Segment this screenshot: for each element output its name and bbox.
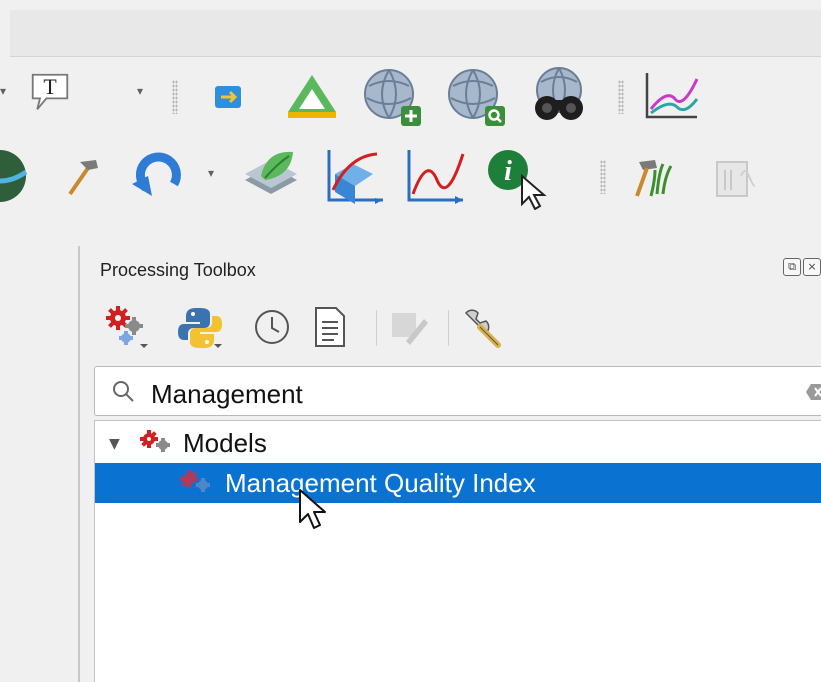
add-wms-layer-icon[interactable] — [356, 66, 426, 126]
models-icon[interactable] — [104, 304, 152, 350]
processing-toolbox-dock: Processing Toolbox ⧉ × Management ▼ Mode… — [80, 246, 821, 682]
tool-separator — [448, 310, 449, 346]
close-dock-icon[interactable]: × — [803, 258, 821, 276]
toolbar-bottom: ▾ i — [0, 138, 821, 210]
line-graph-icon[interactable] — [402, 146, 468, 206]
processing-tools-icon[interactable] — [628, 156, 678, 200]
identify-features-icon[interactable]: i — [484, 146, 554, 210]
edit-features-in-place-icon[interactable] — [388, 304, 432, 350]
tool-separator — [376, 310, 377, 346]
layers-panel — [0, 246, 80, 682]
dock-title: Processing Toolbox — [100, 260, 256, 280]
toolbar-grip[interactable] — [172, 80, 178, 114]
toolbar-top: ▾ T ▾ — [0, 58, 821, 130]
menu-bar — [10, 10, 821, 57]
algorithm-tree: ▼ Models Management Quality Index — [94, 420, 821, 682]
tree-group-label: Models — [183, 428, 267, 458]
window-top-area — [0, 0, 821, 57]
refresh-arrow-icon[interactable] — [130, 148, 190, 204]
options-wrench-icon[interactable] — [460, 304, 504, 350]
binoculars-search-icon[interactable] — [524, 66, 594, 126]
toolbar-grip[interactable] — [600, 160, 606, 194]
3d-graph-icon[interactable] — [322, 146, 388, 206]
plugin-layer-icon[interactable] — [238, 146, 304, 206]
clear-search-icon[interactable] — [805, 383, 821, 406]
mouse-cursor-icon — [298, 488, 328, 537]
results-viewer-icon[interactable] — [312, 304, 352, 350]
chevron-down-icon[interactable]: ▾ — [0, 84, 6, 98]
chevron-down-icon[interactable]: ▾ — [137, 84, 143, 98]
model-algorithm-icon — [179, 469, 215, 504]
svg-text:T: T — [43, 75, 56, 99]
svg-text:i: i — [504, 156, 512, 187]
globe-icon[interactable] — [0, 148, 28, 204]
chevron-down-icon[interactable]: ▾ — [208, 166, 214, 180]
tree-group-models[interactable]: ▼ Models — [95, 423, 821, 463]
tree-item-management-quality-index[interactable]: Management Quality Index — [95, 463, 821, 503]
profile-graph-icon[interactable] — [638, 68, 704, 124]
find-wms-layer-icon[interactable] — [440, 66, 510, 126]
georeferencer-icon[interactable] — [284, 72, 340, 120]
search-icon — [111, 379, 135, 408]
add-map-decoration-icon[interactable] — [210, 82, 246, 112]
search-input[interactable]: Management — [151, 379, 303, 410]
search-field[interactable]: Management — [94, 366, 821, 416]
float-dock-icon[interactable]: ⧉ — [783, 258, 801, 276]
expand-arrow-icon[interactable]: ▼ — [109, 436, 120, 452]
models-group-icon — [139, 429, 175, 464]
text-annotation-icon[interactable]: T — [30, 70, 70, 114]
python-icon[interactable] — [176, 304, 224, 350]
disabled-layout-icon[interactable] — [710, 156, 760, 200]
history-icon[interactable] — [252, 304, 292, 350]
toolbar-grip[interactable] — [618, 80, 624, 114]
tree-item-label: Management Quality Index — [225, 468, 536, 498]
hammer-build-icon[interactable] — [62, 154, 102, 198]
dock-controls: ⧉ × — [783, 258, 821, 276]
